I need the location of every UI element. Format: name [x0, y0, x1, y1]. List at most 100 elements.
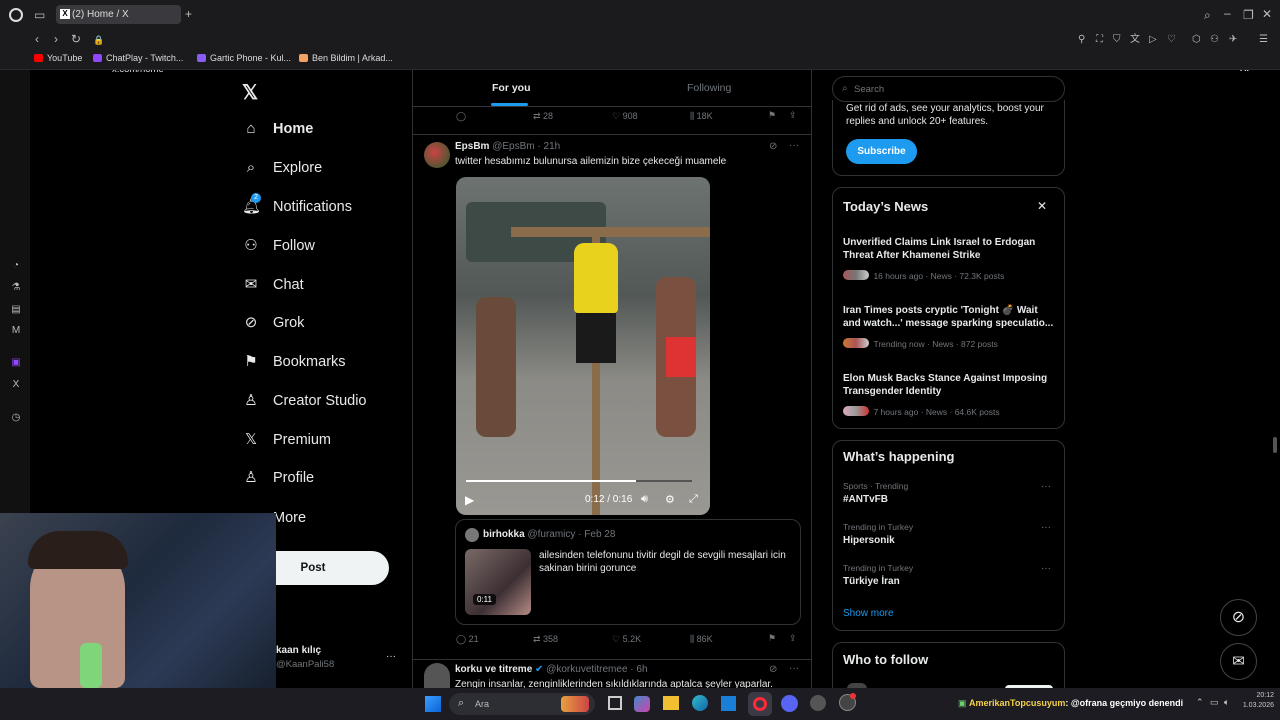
prev-repost-button[interactable]: ⇄ 28: [533, 111, 553, 122]
maximize-icon[interactable]: ❐: [1243, 8, 1254, 22]
sidebar-item-profile[interactable]: ♙ Profile: [242, 465, 314, 491]
trend-more-icon[interactable]: ···: [1041, 481, 1051, 492]
clock[interactable]: 20:12 1.03.2026: [1238, 691, 1274, 711]
repost-button[interactable]: ⇄ 358: [533, 634, 558, 645]
shield-icon[interactable]: ⛉: [1113, 33, 1121, 47]
taskbar-search[interactable]: ⌕ Ara: [449, 693, 595, 715]
play-icon[interactable]: ▷: [1149, 33, 1157, 47]
quote-video-thumbnail[interactable]: 0:11: [465, 549, 531, 615]
views-button[interactable]: ⫼ 86K: [690, 634, 713, 645]
bookmark-youtube[interactable]: YouTube: [34, 53, 82, 63]
next-tweet-author-name[interactable]: korku ve titreme: [455, 664, 532, 675]
tweet-author-handle[interactable]: @EpsBm · 21h: [492, 141, 560, 152]
news-item[interactable]: Elon Musk Backs Stance Against Imposing …: [843, 372, 1058, 420]
account-handle[interactable]: @KaanPali58: [276, 659, 334, 670]
sidebar-item-home[interactable]: ⌂ Home: [242, 116, 313, 142]
news-item[interactable]: Unverified Claims Link Israel to Erdogan…: [843, 236, 1058, 284]
page-scrollbar[interactable]: [1273, 437, 1277, 453]
bookmark-icon[interactable]: ⚑: [768, 633, 776, 644]
translate-icon[interactable]: 文: [1130, 33, 1140, 47]
show-more-link[interactable]: Show more: [843, 608, 894, 619]
reply-button[interactable]: ◯ 21: [456, 634, 479, 645]
quote-author-handle[interactable]: @furamicy · Feb 28: [527, 529, 615, 540]
news-item[interactable]: Iran Times posts cryptic 'Tonight 💣 Wait…: [843, 304, 1058, 352]
grok-tweet-icon[interactable]: ⊘: [769, 664, 777, 675]
like-button[interactable]: ♡ 5.2K: [612, 634, 641, 645]
account-menu-icon[interactable]: ···: [386, 651, 396, 662]
sidebar-item-premium[interactable]: 𝕏 Premium: [242, 427, 331, 453]
messages-float-button[interactable]: ✉: [1220, 643, 1257, 680]
grok-tweet-icon[interactable]: ⊘: [769, 141, 777, 152]
tray-chevron-icon[interactable]: ⌃: [1196, 697, 1204, 708]
tab-following[interactable]: Following: [687, 82, 731, 94]
trend-more-icon[interactable]: ···: [1041, 522, 1051, 533]
tab-home-x[interactable]: X (2) Home / X: [56, 5, 181, 24]
copilot-icon[interactable]: [634, 696, 650, 712]
store-icon[interactable]: [721, 696, 736, 711]
sidebar-item-grok[interactable]: ⊘ Grok: [242, 310, 305, 336]
new-tab-icon[interactable]: +: [185, 7, 192, 21]
speed-dial-icon[interactable]: ◔: [10, 260, 22, 272]
close-window-icon[interactable]: ✕: [1262, 7, 1272, 21]
bookmark-chatplay[interactable]: ChatPlay - Twitch...: [93, 53, 183, 63]
pin-icon[interactable]: ⚲: [1078, 33, 1085, 47]
trend-item[interactable]: Sports · Trending #ANTvFB: [843, 481, 1058, 505]
forward-icon[interactable]: ›: [54, 32, 58, 46]
sidebar-item-creator-studio[interactable]: ♙ Creator Studio: [242, 388, 366, 414]
minimize-icon[interactable]: –: [1224, 6, 1231, 20]
x-logo-icon[interactable]: 𝕏: [242, 80, 258, 105]
menu-icon[interactable]: ☰: [1259, 33, 1268, 47]
video-settings-icon[interactable]: ⚙: [665, 493, 675, 506]
share-icon[interactable]: ⇪: [789, 633, 797, 644]
edge-icon[interactable]: [692, 695, 708, 711]
file-explorer-icon[interactable]: [663, 696, 679, 710]
messenger-icon[interactable]: M: [10, 325, 22, 337]
subscribe-button[interactable]: Subscribe: [846, 139, 917, 164]
sidebar-item-notifications[interactable]: 🔔︎ 2 Notifications: [242, 193, 352, 220]
x-side-icon[interactable]: X: [10, 379, 22, 391]
share-icon[interactable]: ⇪: [789, 110, 797, 121]
sidebar-item-follow[interactable]: ⚇ Follow: [242, 233, 315, 259]
avatar[interactable]: [424, 663, 450, 688]
back-icon[interactable]: ‹: [35, 32, 39, 46]
bookmark-icon[interactable]: ⚑: [768, 110, 776, 121]
tweet-more-icon[interactable]: ···: [789, 140, 799, 151]
sidebar-item-explore[interactable]: ⌕ Explore: [242, 155, 322, 181]
sidebar-item-bookmarks[interactable]: ⚑ Bookmarks: [242, 349, 345, 375]
obs-icon[interactable]: [810, 695, 826, 711]
video-fullscreen-icon[interactable]: ⤢: [689, 493, 698, 506]
grok-float-button[interactable]: ⊘: [1220, 599, 1257, 636]
tweet-video[interactable]: ▶ 0:12 / 0:16 🔊︎ ⚙ ⤢: [456, 177, 710, 515]
tweet-more-icon[interactable]: ···: [789, 663, 799, 674]
extensions-icon[interactable]: ⬡: [1192, 33, 1201, 47]
quote-avatar[interactable]: [465, 528, 479, 542]
sidebar-item-chat[interactable]: ✉ Chat: [242, 272, 304, 298]
account-icon[interactable]: ⚇: [1210, 33, 1219, 47]
opera-logo-icon[interactable]: [9, 8, 23, 22]
prev-like-button[interactable]: ♡ 908: [612, 111, 638, 122]
twitch-side-icon[interactable]: ▣: [10, 357, 22, 369]
video-volume-icon[interactable]: 🔊︎: [641, 493, 648, 506]
aria-icon[interactable]: ✈: [1229, 33, 1237, 47]
discord-icon[interactable]: [781, 695, 798, 712]
next-tweet-author-handle[interactable]: @korkuvetitremee · 6h: [546, 664, 647, 675]
reload-icon[interactable]: ↻: [71, 32, 81, 46]
wallet-icon[interactable]: ▤: [10, 304, 22, 316]
bookmark-gartic[interactable]: Gartic Phone - Kul...: [197, 53, 291, 63]
search-input[interactable]: ⌕ Search: [832, 76, 1065, 102]
close-icon[interactable]: ✕: [1037, 199, 1047, 213]
trend-item[interactable]: Trending in Turkey Hipersonik: [843, 522, 1058, 546]
windows-start-icon[interactable]: [425, 696, 441, 712]
avatar[interactable]: [424, 142, 450, 168]
tab-for-you[interactable]: For you: [492, 82, 531, 94]
bookmark-benbildim[interactable]: Ben Bildim | Arkad...: [299, 53, 393, 63]
quote-author-name[interactable]: birhokka: [483, 529, 525, 540]
network-icon[interactable]: ▭: [1210, 697, 1219, 708]
tweet-author-name[interactable]: EpsBm: [455, 141, 489, 152]
trend-more-icon[interactable]: ···: [1041, 563, 1051, 574]
trend-item[interactable]: Trending in Turkey Türkiye İran: [843, 563, 1058, 587]
app-icon[interactable]: [839, 693, 856, 711]
tab-islands-icon[interactable]: ▭: [34, 8, 45, 22]
prev-views-button[interactable]: ⫼ 18K: [690, 111, 713, 122]
heart-icon[interactable]: ♡: [1167, 33, 1176, 47]
